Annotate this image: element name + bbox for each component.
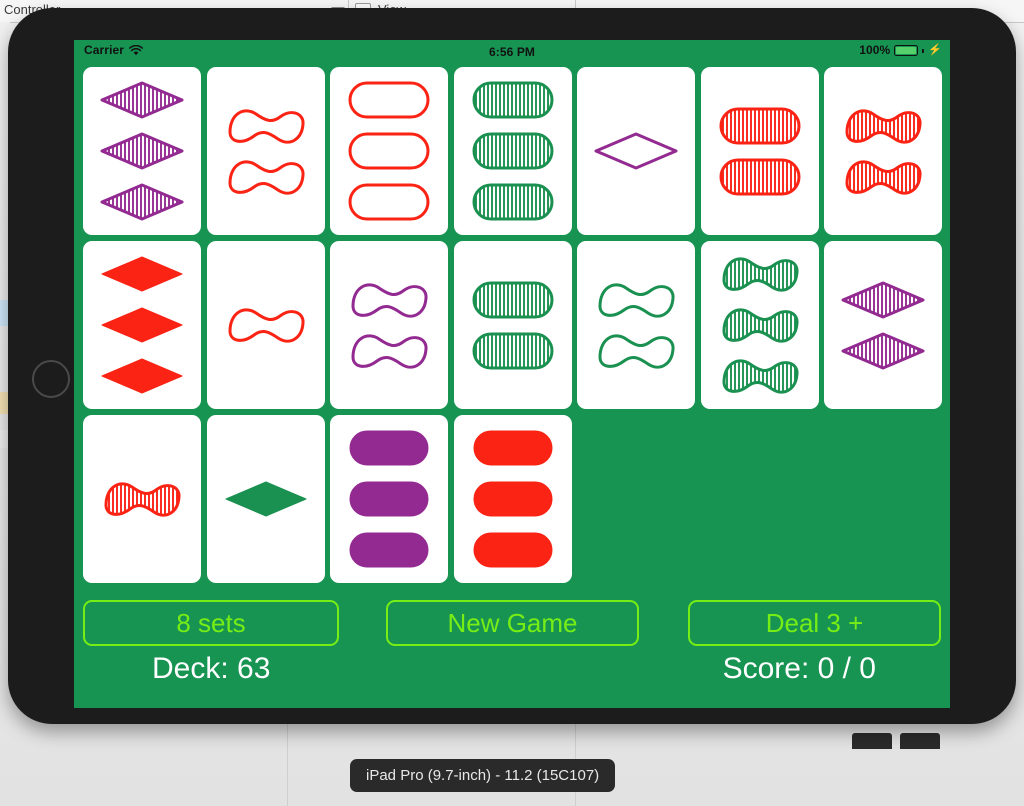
debug-tab-right[interactable] (900, 733, 940, 749)
card-symbol-pill-striped (719, 107, 800, 144)
battery-cap-icon (922, 48, 925, 53)
set-card-15[interactable] (83, 415, 201, 583)
battery-icon (894, 45, 919, 56)
card-symbol-pill-striped (472, 332, 553, 369)
card-symbols (347, 80, 431, 222)
ios-status-bar: Carrier 6:56 PM 100% ⚡ (74, 40, 950, 62)
card-symbol-squiggle-striped (845, 159, 922, 195)
card-symbols (224, 479, 308, 519)
card-symbols (471, 80, 555, 222)
card-symbol-pill-striped (472, 183, 553, 221)
set-card-13[interactable] (700, 241, 819, 409)
card-symbol-squiggle-striped (722, 308, 799, 343)
card-symbol-pill-solid (473, 532, 552, 568)
card-symbols (224, 305, 308, 345)
card-symbols (471, 428, 555, 570)
set-card-10[interactable] (330, 241, 448, 409)
set-card-12[interactable] (577, 241, 695, 409)
set-card-18[interactable] (453, 415, 572, 583)
set-card-16[interactable] (206, 415, 325, 583)
card-symbol-squiggle-open (228, 159, 305, 195)
card-grid (83, 67, 942, 592)
card-symbols (718, 254, 802, 396)
card-symbol-diamond-striped (100, 183, 184, 221)
card-symbol-squiggle-open (351, 333, 428, 369)
set-card-3[interactable] (330, 67, 448, 235)
card-symbol-pill-solid (349, 430, 429, 466)
card-symbol-diamond-solid (225, 481, 306, 517)
card-symbol-diamond-striped (100, 132, 184, 170)
set-card-4[interactable] (453, 67, 572, 235)
set-card-17[interactable] (330, 415, 448, 583)
card-symbol-squiggle-striped (722, 359, 799, 394)
card-symbol-diamond-solid (101, 358, 183, 394)
card-symbol-squiggle-open (228, 308, 305, 343)
card-symbols (347, 428, 431, 570)
card-symbol-pill-solid (473, 430, 552, 466)
sets-button[interactable]: 8 sets (83, 600, 339, 646)
set-card-6[interactable] (700, 67, 819, 235)
card-symbol-diamond-solid (101, 256, 183, 292)
card-symbols (100, 254, 184, 396)
card-symbol-squiggle-striped (845, 108, 922, 144)
card-symbol-squiggle-striped (722, 257, 799, 292)
set-card-8[interactable] (83, 241, 201, 409)
deck-count-label: Deck: 63 (152, 652, 271, 685)
simulator-caption: iPad Pro (9.7-inch) - 11.2 (15C107) (350, 759, 616, 792)
card-symbols (347, 280, 431, 371)
ipad-simulator-device: Carrier 6:56 PM 100% ⚡ 8 sets New Game D… (8, 8, 1016, 724)
debug-tab-left[interactable] (852, 733, 892, 749)
card-symbol-pill-open (348, 81, 430, 119)
card-symbol-diamond-striped (841, 332, 925, 369)
new-game-button[interactable]: New Game (386, 600, 639, 646)
score-label: Score: 0 / 0 (722, 652, 876, 685)
lightning-bolt-icon: ⚡ (928, 44, 942, 56)
card-symbol-diamond-open (594, 132, 678, 170)
clock-label: 6:56 PM (488, 45, 536, 59)
card-symbol-pill-open (348, 132, 430, 170)
card-symbols (841, 106, 925, 197)
card-symbol-pill-striped (472, 81, 553, 119)
game-controls: 8 sets New Game Deal 3 + Deck: 63 Score:… (74, 596, 950, 708)
card-symbols (841, 280, 925, 371)
set-card-2[interactable] (206, 67, 325, 235)
card-symbol-diamond-striped (100, 81, 184, 119)
card-symbol-pill-solid (349, 481, 429, 517)
card-symbols (471, 280, 555, 371)
card-symbol-squiggle-open (598, 333, 675, 369)
set-card-14[interactable] (824, 241, 942, 409)
card-symbols (594, 131, 678, 171)
card-symbols (224, 106, 308, 197)
set-card-5[interactable] (577, 67, 695, 235)
home-button-icon[interactable] (32, 360, 70, 398)
card-symbol-squiggle-open (598, 282, 675, 318)
status-bar-center: 6:56 PM (74, 43, 950, 61)
card-symbol-diamond-solid (101, 307, 183, 343)
card-symbol-squiggle-open (228, 108, 305, 144)
simulator-screen: Carrier 6:56 PM 100% ⚡ 8 sets New Game D… (74, 40, 950, 708)
card-symbol-pill-striped (472, 281, 553, 318)
card-symbols (100, 80, 184, 222)
set-card-9[interactable] (206, 241, 325, 409)
set-card-1[interactable] (83, 67, 201, 235)
card-symbol-pill-open (348, 183, 430, 221)
card-symbol-pill-solid (349, 532, 429, 568)
deal-three-button[interactable]: Deal 3 + (688, 600, 941, 646)
card-symbol-squiggle-open (351, 282, 428, 318)
card-symbol-pill-striped (472, 132, 553, 170)
set-card-7[interactable] (824, 67, 942, 235)
card-symbols (718, 106, 802, 197)
card-symbol-pill-solid (473, 481, 552, 517)
card-symbols (100, 479, 184, 519)
card-symbol-pill-striped (719, 158, 800, 195)
set-card-11[interactable] (453, 241, 572, 409)
status-bar-right: 100% ⚡ (859, 43, 942, 58)
battery-percent-label: 100% (859, 43, 891, 57)
card-symbols (594, 280, 678, 371)
card-symbol-diamond-striped (841, 281, 925, 318)
card-symbol-squiggle-striped (104, 482, 181, 517)
